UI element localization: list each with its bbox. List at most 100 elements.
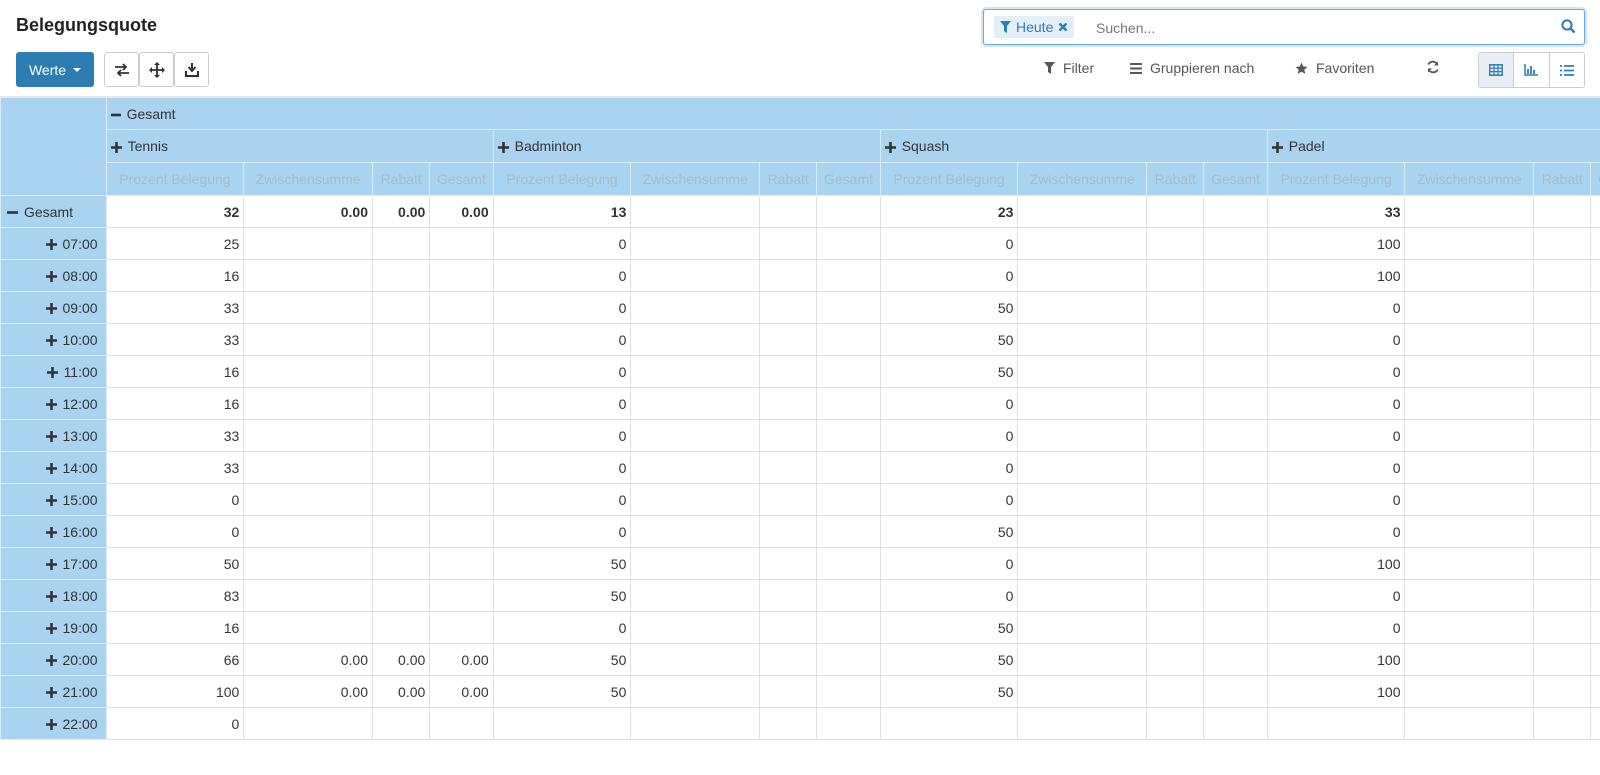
pivot-cell[interactable]: 16 <box>105 259 245 292</box>
pivot-cell[interactable]: 0 <box>1266 291 1406 324</box>
pivot-cell[interactable]: 0 <box>1266 323 1406 356</box>
pivot-cell[interactable] <box>1533 707 1592 740</box>
pivot-cell[interactable] <box>371 355 431 388</box>
pivot-cell[interactable] <box>1203 387 1268 420</box>
pivot-cell[interactable] <box>429 323 494 356</box>
measure-header[interactable]: Prozent Belegung <box>492 162 632 196</box>
pivot-cell[interactable]: 0 <box>105 483 245 516</box>
pivot-cell[interactable] <box>1203 195 1268 228</box>
pivot-cell[interactable]: 25 <box>105 227 245 260</box>
pivot-cell[interactable] <box>243 419 373 452</box>
pivot-cell[interactable] <box>759 579 818 612</box>
pivot-cell[interactable] <box>1203 515 1268 548</box>
row-header[interactable]: 10:00 <box>0 323 107 356</box>
pivot-cell[interactable]: 0 <box>879 547 1019 580</box>
pivot-cell[interactable] <box>429 579 494 612</box>
pivot-cell[interactable] <box>1404 195 1535 228</box>
pivot-cell[interactable] <box>243 547 373 580</box>
pivot-cell[interactable] <box>1404 547 1535 580</box>
pivot-cell[interactable] <box>371 707 431 740</box>
pivot-cell[interactable] <box>1533 355 1592 388</box>
pivot-cell[interactable] <box>1404 323 1535 356</box>
pivot-cell[interactable] <box>759 419 818 452</box>
measure-header[interactable]: Rabatt <box>759 162 818 196</box>
measure-header[interactable]: Zwischensumme <box>630 162 761 196</box>
pivot-cell[interactable]: 66 <box>105 643 245 676</box>
pivot-cell[interactable] <box>371 451 431 484</box>
search-facet-today[interactable]: Heute <box>994 16 1075 38</box>
pivot-cell[interactable] <box>1017 547 1148 580</box>
pivot-cell[interactable] <box>1590 675 1600 708</box>
pivot-cell[interactable] <box>1404 483 1535 516</box>
pivot-cell[interactable] <box>759 643 818 676</box>
pivot-cell[interactable]: 0 <box>105 707 245 740</box>
pivot-cell[interactable] <box>243 355 373 388</box>
pivot-cell[interactable] <box>1203 355 1268 388</box>
pivot-cell[interactable] <box>429 451 494 484</box>
pivot-cell[interactable] <box>1533 195 1592 228</box>
pivot-cell[interactable] <box>1146 579 1205 612</box>
pivot-cell[interactable] <box>816 259 881 292</box>
pivot-cell[interactable]: 50 <box>879 323 1019 356</box>
expand-all-button[interactable] <box>139 52 174 87</box>
pivot-cell[interactable] <box>1404 643 1535 676</box>
pivot-cell[interactable]: 50 <box>492 643 632 676</box>
row-header[interactable]: 11:00 <box>0 355 107 388</box>
row-header[interactable]: 19:00 <box>0 611 107 644</box>
pivot-cell[interactable] <box>759 451 818 484</box>
pivot-cell[interactable]: 0.00 <box>429 675 494 708</box>
pivot-cell[interactable]: 50 <box>492 579 632 612</box>
pivot-cell[interactable] <box>816 291 881 324</box>
pivot-cell[interactable]: 100 <box>1266 227 1406 260</box>
pivot-cell[interactable] <box>1533 227 1592 260</box>
pivot-cell[interactable] <box>1146 323 1205 356</box>
pivot-cell[interactable] <box>630 611 761 644</box>
col-header-sport[interactable]: Tennis <box>105 129 494 163</box>
row-header[interactable]: 09:00 <box>0 291 107 324</box>
pivot-cell[interactable]: 0 <box>879 451 1019 484</box>
pivot-cell[interactable] <box>1146 387 1205 420</box>
pivot-cell[interactable]: 0 <box>492 323 632 356</box>
pivot-cell[interactable] <box>816 387 881 420</box>
refresh-icon[interactable] <box>1426 60 1440 74</box>
pivot-cell[interactable] <box>1203 675 1268 708</box>
pivot-cell[interactable]: 0 <box>492 227 632 260</box>
pivot-cell[interactable]: 13 <box>492 195 632 228</box>
measure-header[interactable]: Zwischensumme <box>243 162 373 196</box>
pivot-cell[interactable] <box>371 419 431 452</box>
pivot-cell[interactable]: 83 <box>105 579 245 612</box>
pivot-cell[interactable] <box>1533 643 1592 676</box>
pivot-cell[interactable] <box>1146 195 1205 228</box>
pivot-cell[interactable]: 0 <box>492 419 632 452</box>
row-header[interactable]: 12:00 <box>0 387 107 420</box>
pivot-cell[interactable] <box>1533 675 1592 708</box>
row-header[interactable]: 16:00 <box>0 515 107 548</box>
measure-header[interactable]: Zwischensumme <box>1404 162 1535 196</box>
pivot-cell[interactable]: 0 <box>879 579 1019 612</box>
row-header[interactable]: 17:00 <box>0 547 107 580</box>
group-by-menu[interactable]: Gruppieren nach <box>1130 60 1254 76</box>
pivot-cell[interactable] <box>243 515 373 548</box>
pivot-cell[interactable] <box>1017 643 1148 676</box>
pivot-cell[interactable] <box>879 707 1019 740</box>
pivot-cell[interactable]: 0.00 <box>243 195 373 228</box>
pivot-cell[interactable]: 0.00 <box>371 643 431 676</box>
pivot-cell[interactable] <box>1017 611 1148 644</box>
pivot-cell[interactable]: 100 <box>1266 675 1406 708</box>
pivot-cell[interactable]: 0 <box>492 259 632 292</box>
pivot-cell[interactable]: 0 <box>1266 451 1406 484</box>
pivot-cell[interactable]: 0 <box>879 387 1019 420</box>
pivot-cell[interactable] <box>1203 291 1268 324</box>
pivot-cell[interactable] <box>1203 451 1268 484</box>
pivot-cell[interactable] <box>816 675 881 708</box>
pivot-cell[interactable] <box>1404 451 1535 484</box>
pivot-cell[interactable] <box>1017 387 1148 420</box>
row-header[interactable]: 21:00 <box>0 675 107 708</box>
pivot-cell[interactable] <box>1590 483 1600 516</box>
pivot-cell[interactable] <box>1017 227 1148 260</box>
pivot-cell[interactable] <box>1146 611 1205 644</box>
pivot-cell[interactable] <box>371 387 431 420</box>
pivot-cell[interactable] <box>1017 323 1148 356</box>
pivot-cell[interactable]: 0 <box>879 259 1019 292</box>
pivot-cell[interactable] <box>630 675 761 708</box>
